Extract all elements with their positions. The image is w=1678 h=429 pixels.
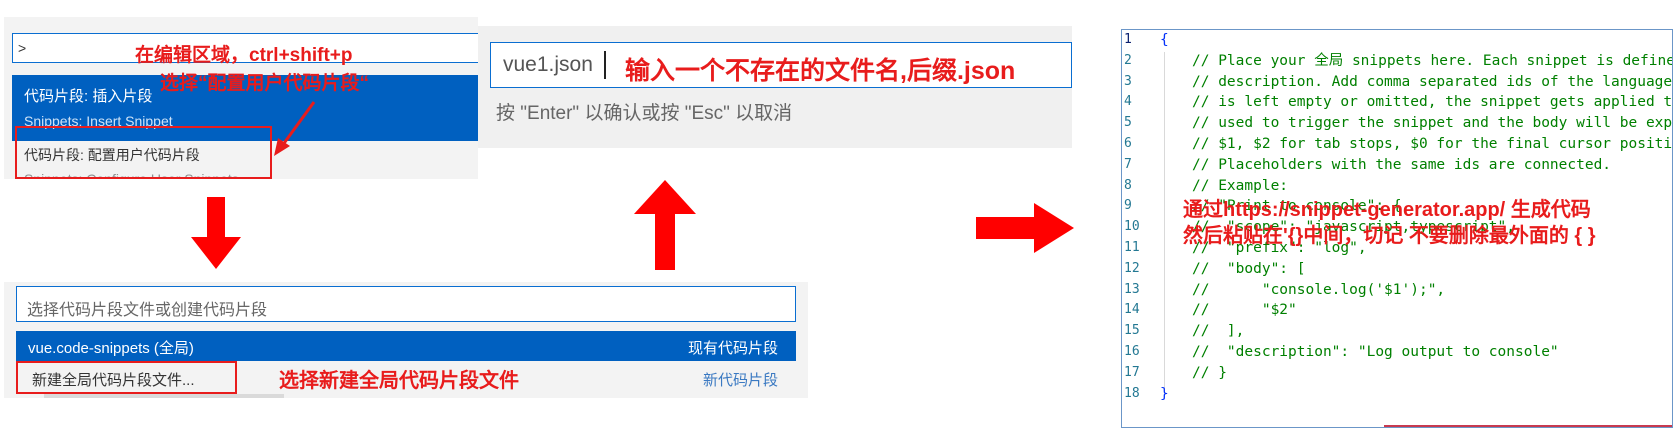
line-number: 5 (1124, 115, 1132, 131)
line-number: 9 (1124, 198, 1132, 214)
line-number: 2 (1124, 52, 1132, 68)
line-number: 7 (1124, 156, 1132, 172)
line-number: 13 (1124, 281, 1140, 297)
code-line: // "console.log('$1');", (1192, 281, 1446, 298)
code-line: { (1160, 32, 1169, 48)
prompt-hint: 按 "Enter" 以确认或按 "Esc" 以取消 (496, 103, 793, 124)
picker-item-category: 现有代码片段 (687, 340, 778, 357)
line-number: 4 (1124, 94, 1132, 110)
arrow-down-icon (191, 197, 241, 269)
code-line: // used to trigger the snippet and the b… (1192, 115, 1673, 132)
indent-guide (1164, 52, 1165, 396)
arrow-right-icon (976, 203, 1074, 253)
code-line: // "description": "Log output to console… (1192, 344, 1559, 360)
annotation-paste-instructions: 然后粘贴在'{}中间，切记 不要删除最外面的 { } (1183, 225, 1596, 247)
picker-item-existing[interactable]: vue.code-snippets (全局) 现有代码片段 (16, 331, 796, 361)
code-line: // description. Add comma separated ids … (1192, 73, 1673, 90)
picker-item-category: 新代码片段 (702, 372, 778, 389)
line-number: 1 (1124, 32, 1132, 47)
line-number: 18 (1124, 385, 1140, 401)
code-line: } (1160, 385, 1169, 402)
code-line: // $1, $2 for tab stops, $0 for the fina… (1192, 136, 1673, 152)
pointer-arrow-icon (270, 100, 320, 165)
picker-item-label: vue.code-snippets (全局) (28, 340, 194, 357)
line-number: 8 (1124, 177, 1132, 193)
annotation-ctrl-shift-p: 在编辑区域，ctrl+shift+p (135, 45, 353, 66)
annotation-new-global: 选择新建全局代码片段文件 (279, 370, 519, 392)
code-line: // "$2" (1192, 302, 1297, 319)
command-item-title: 代码片段: 插入片段 (24, 88, 153, 105)
code-line: // "body": [ (1192, 260, 1306, 277)
line-number: 12 (1124, 260, 1140, 276)
code-line: // Place your 全局 snippets here. Each sni… (1192, 52, 1673, 69)
text-caret (604, 51, 606, 79)
snippet-search-input[interactable]: 选择代码片段文件或创建代码片段 (16, 286, 796, 322)
code-line: // Placeholders with the same ids are co… (1192, 156, 1612, 173)
code-line: // Example: (1192, 177, 1289, 194)
annotation-filename: 输入一个不存在的文件名,后缀.json (625, 57, 1016, 85)
scroll-marker (1384, 425, 1672, 427)
filename-prompt: vue1.json 按 "Enter" 以确认或按 "Esc" 以取消 (478, 26, 1072, 148)
line-number: 11 (1124, 240, 1140, 255)
line-number-gutter: 1 2 3 4 5 6 7 8 9 10 11 12 13 14 15 16 17 18 (1122, 30, 1162, 427)
code-line: // } (1192, 364, 1227, 381)
code-line: // ], (1192, 323, 1245, 340)
line-number: 6 (1124, 136, 1132, 151)
line-number: 10 (1124, 219, 1140, 235)
annotation-select-configure: 选择“配置用户代码片段“ (160, 73, 370, 94)
highlight-box-new-global (16, 361, 237, 394)
line-number: 16 (1124, 344, 1140, 359)
line-number: 15 (1124, 323, 1140, 339)
line-number: 14 (1124, 302, 1140, 318)
cropped-row-remnant (44, 394, 284, 398)
filename-value: vue1.json (503, 53, 593, 76)
code-line: // is left empty or omitted, the snippet… (1192, 94, 1673, 111)
line-number: 3 (1124, 73, 1132, 89)
annotation-generator-url: 通过https://snippet-generator.app/ 生成代码 (1183, 199, 1591, 221)
snippet-search-placeholder: 选择代码片段文件或创建代码片段 (27, 302, 268, 319)
arrow-up-icon (634, 180, 696, 270)
highlight-box-configure (15, 126, 272, 179)
line-number: 17 (1124, 364, 1140, 380)
